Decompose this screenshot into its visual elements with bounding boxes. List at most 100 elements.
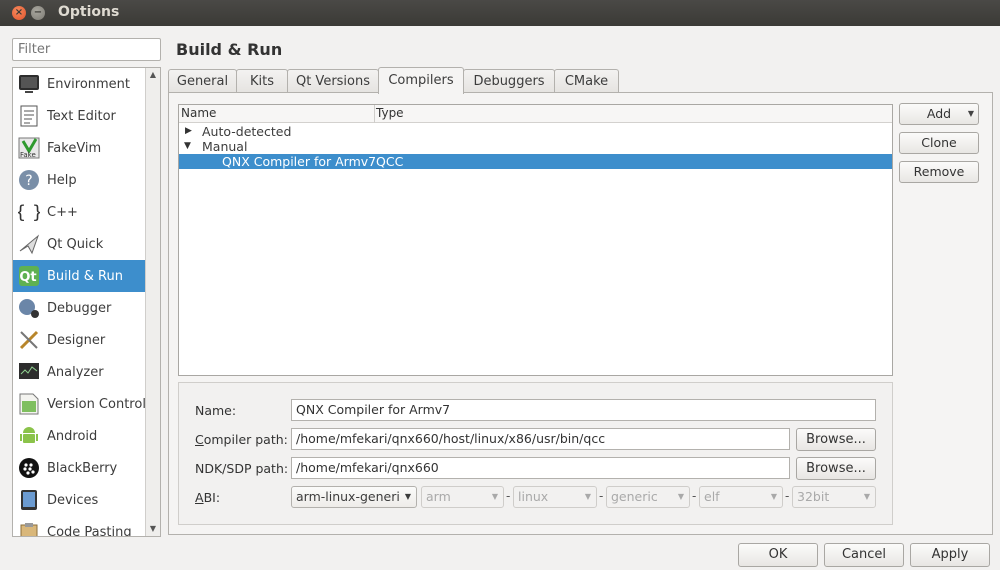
abi-label-text: BI: (203, 490, 221, 505)
android-icon (18, 425, 40, 447)
category-label: Code Pasting (47, 524, 132, 537)
category-label: Text Editor (47, 108, 116, 124)
category-label: Build & Run (47, 268, 123, 284)
page-title: Build & Run (176, 40, 283, 59)
compiler-path-field[interactable]: /home/mfekari/qnx660/host/linux/x86/usr/… (291, 428, 790, 450)
tab-debuggers[interactable]: Debuggers (463, 69, 555, 93)
abi-flavor-select[interactable]: generic ▼ (606, 486, 690, 508)
abi-flavor-value: generic (611, 489, 658, 504)
tree-row-qnx-compiler[interactable]: QNX Compiler for Armv7 QCC (179, 154, 892, 169)
tree-group-label: Manual (202, 139, 248, 154)
filter-input[interactable] (12, 38, 161, 61)
apply-button[interactable]: Apply (910, 543, 990, 567)
svg-text:Qt: Qt (19, 270, 36, 285)
minimize-window-icon[interactable]: − (31, 6, 45, 20)
category-label: C++ (47, 204, 78, 220)
category-fakevim[interactable]: Fake FakeVim (13, 132, 146, 164)
tab-compilers[interactable]: Compilers (378, 67, 464, 94)
name-field[interactable]: QNX Compiler for Armv7 (291, 399, 876, 421)
ok-button[interactable]: OK (738, 543, 818, 567)
text-editor-icon (18, 105, 40, 127)
category-analyzer[interactable]: Analyzer (13, 356, 146, 388)
svg-text:{ }: { } (18, 202, 40, 223)
compiler-path-label-mnemonic: C (195, 432, 204, 447)
abi-os-select[interactable]: linux ▼ (513, 486, 597, 508)
browse-ndk-button[interactable]: Browse... (796, 457, 876, 480)
window-title: Options (58, 4, 120, 20)
column-header-type[interactable]: Type (376, 106, 404, 122)
tree-group-auto-detected[interactable]: ▶ Auto-detected (179, 124, 892, 139)
column-separator[interactable] (374, 105, 375, 123)
category-designer[interactable]: Designer (13, 324, 146, 356)
category-label: Environment (47, 76, 131, 92)
compiler-name-cell: QNX Compiler for Armv7 (222, 154, 377, 169)
category-text-editor[interactable]: Text Editor (13, 100, 146, 132)
category-build-run[interactable]: Qt Build & Run (13, 260, 146, 292)
cancel-button[interactable]: Cancel (824, 543, 904, 567)
build-run-icon: Qt (18, 265, 40, 287)
expand-arrow-icon[interactable]: ▶ (185, 124, 192, 139)
abi-separator: - (785, 489, 790, 503)
category-label: Debugger (47, 300, 112, 316)
category-label: Designer (47, 332, 106, 348)
add-button[interactable]: Add ▼ (899, 103, 979, 125)
fakevim-icon: Fake (18, 137, 40, 159)
close-window-icon[interactable]: × (12, 6, 26, 20)
dropdown-arrow-icon: ▼ (677, 492, 684, 501)
category-qt-quick[interactable]: Qt Quick (13, 228, 146, 260)
abi-label: ABI: (195, 490, 220, 505)
compiler-path-label-text: ompiler path: (203, 432, 288, 447)
dropdown-arrow-icon: ▼ (967, 109, 974, 118)
dropdown-arrow-icon: ▼ (404, 492, 411, 501)
category-cpp[interactable]: { } C++ (13, 196, 146, 228)
category-android[interactable]: Android (13, 420, 146, 452)
column-header-name[interactable]: Name (181, 106, 216, 122)
title-bar: × − Options (0, 0, 1000, 26)
name-label: Name: (195, 403, 237, 418)
svg-text:?: ? (25, 173, 32, 189)
analyzer-icon (18, 361, 40, 383)
abi-label-mnemonic: A (195, 490, 204, 505)
tab-kits[interactable]: Kits (236, 69, 288, 93)
remove-button[interactable]: Remove (899, 161, 979, 183)
scroll-down-icon[interactable]: ▼ (146, 522, 160, 536)
browse-compiler-button[interactable]: Browse... (796, 428, 876, 451)
category-blackberry[interactable]: BlackBerry (13, 452, 146, 484)
compiler-tree[interactable]: Name Type ▶ Auto-detected ▼ Manual QNX C… (178, 104, 893, 376)
category-label: BlackBerry (47, 460, 118, 476)
abi-format-value: elf (704, 489, 720, 504)
category-scrollbar[interactable]: ▲ ▼ (145, 68, 160, 536)
dropdown-arrow-icon: ▼ (584, 492, 591, 501)
category-help[interactable]: ? Help (13, 164, 146, 196)
category-list: Environment Text Editor Fake FakeVim ? H… (12, 67, 161, 537)
dropdown-arrow-icon: ▼ (491, 492, 498, 501)
designer-icon (18, 329, 40, 351)
abi-format-select[interactable]: elf ▼ (699, 486, 783, 508)
abi-separator: - (599, 489, 604, 503)
clone-button[interactable]: Clone (899, 132, 979, 154)
category-code-pasting[interactable]: Code Pasting (13, 516, 146, 537)
help-icon: ? (18, 169, 40, 191)
scroll-up-icon[interactable]: ▲ (146, 68, 160, 82)
tab-general[interactable]: General (168, 69, 237, 93)
tab-cmake[interactable]: CMake (554, 69, 619, 93)
compiler-type-cell: QCC (376, 154, 404, 169)
tree-group-manual[interactable]: ▼ Manual (179, 139, 892, 154)
category-version-control[interactable]: Version Control (13, 388, 146, 420)
abi-arch-select[interactable]: arm ▼ (421, 486, 504, 508)
category-label: FakeVim (47, 140, 102, 156)
braces-icon: { } (18, 201, 40, 223)
abi-width-select[interactable]: 32bit ▼ (792, 486, 876, 508)
category-label: Version Control (47, 396, 146, 412)
ndk-path-field[interactable]: /home/mfekari/qnx660 (291, 457, 790, 479)
code-pasting-icon (18, 521, 40, 536)
category-debugger[interactable]: Debugger (13, 292, 146, 324)
abi-select-value: arm-linux-generi (296, 489, 400, 504)
dropdown-arrow-icon: ▼ (770, 492, 777, 501)
abi-width-value: 32bit (797, 489, 830, 504)
collapse-arrow-icon[interactable]: ▼ (184, 139, 191, 154)
category-devices[interactable]: Devices (13, 484, 146, 516)
abi-select[interactable]: arm-linux-generi ▼ (291, 486, 417, 508)
tab-qt-versions[interactable]: Qt Versions (287, 69, 379, 93)
category-environment[interactable]: Environment (13, 68, 146, 100)
